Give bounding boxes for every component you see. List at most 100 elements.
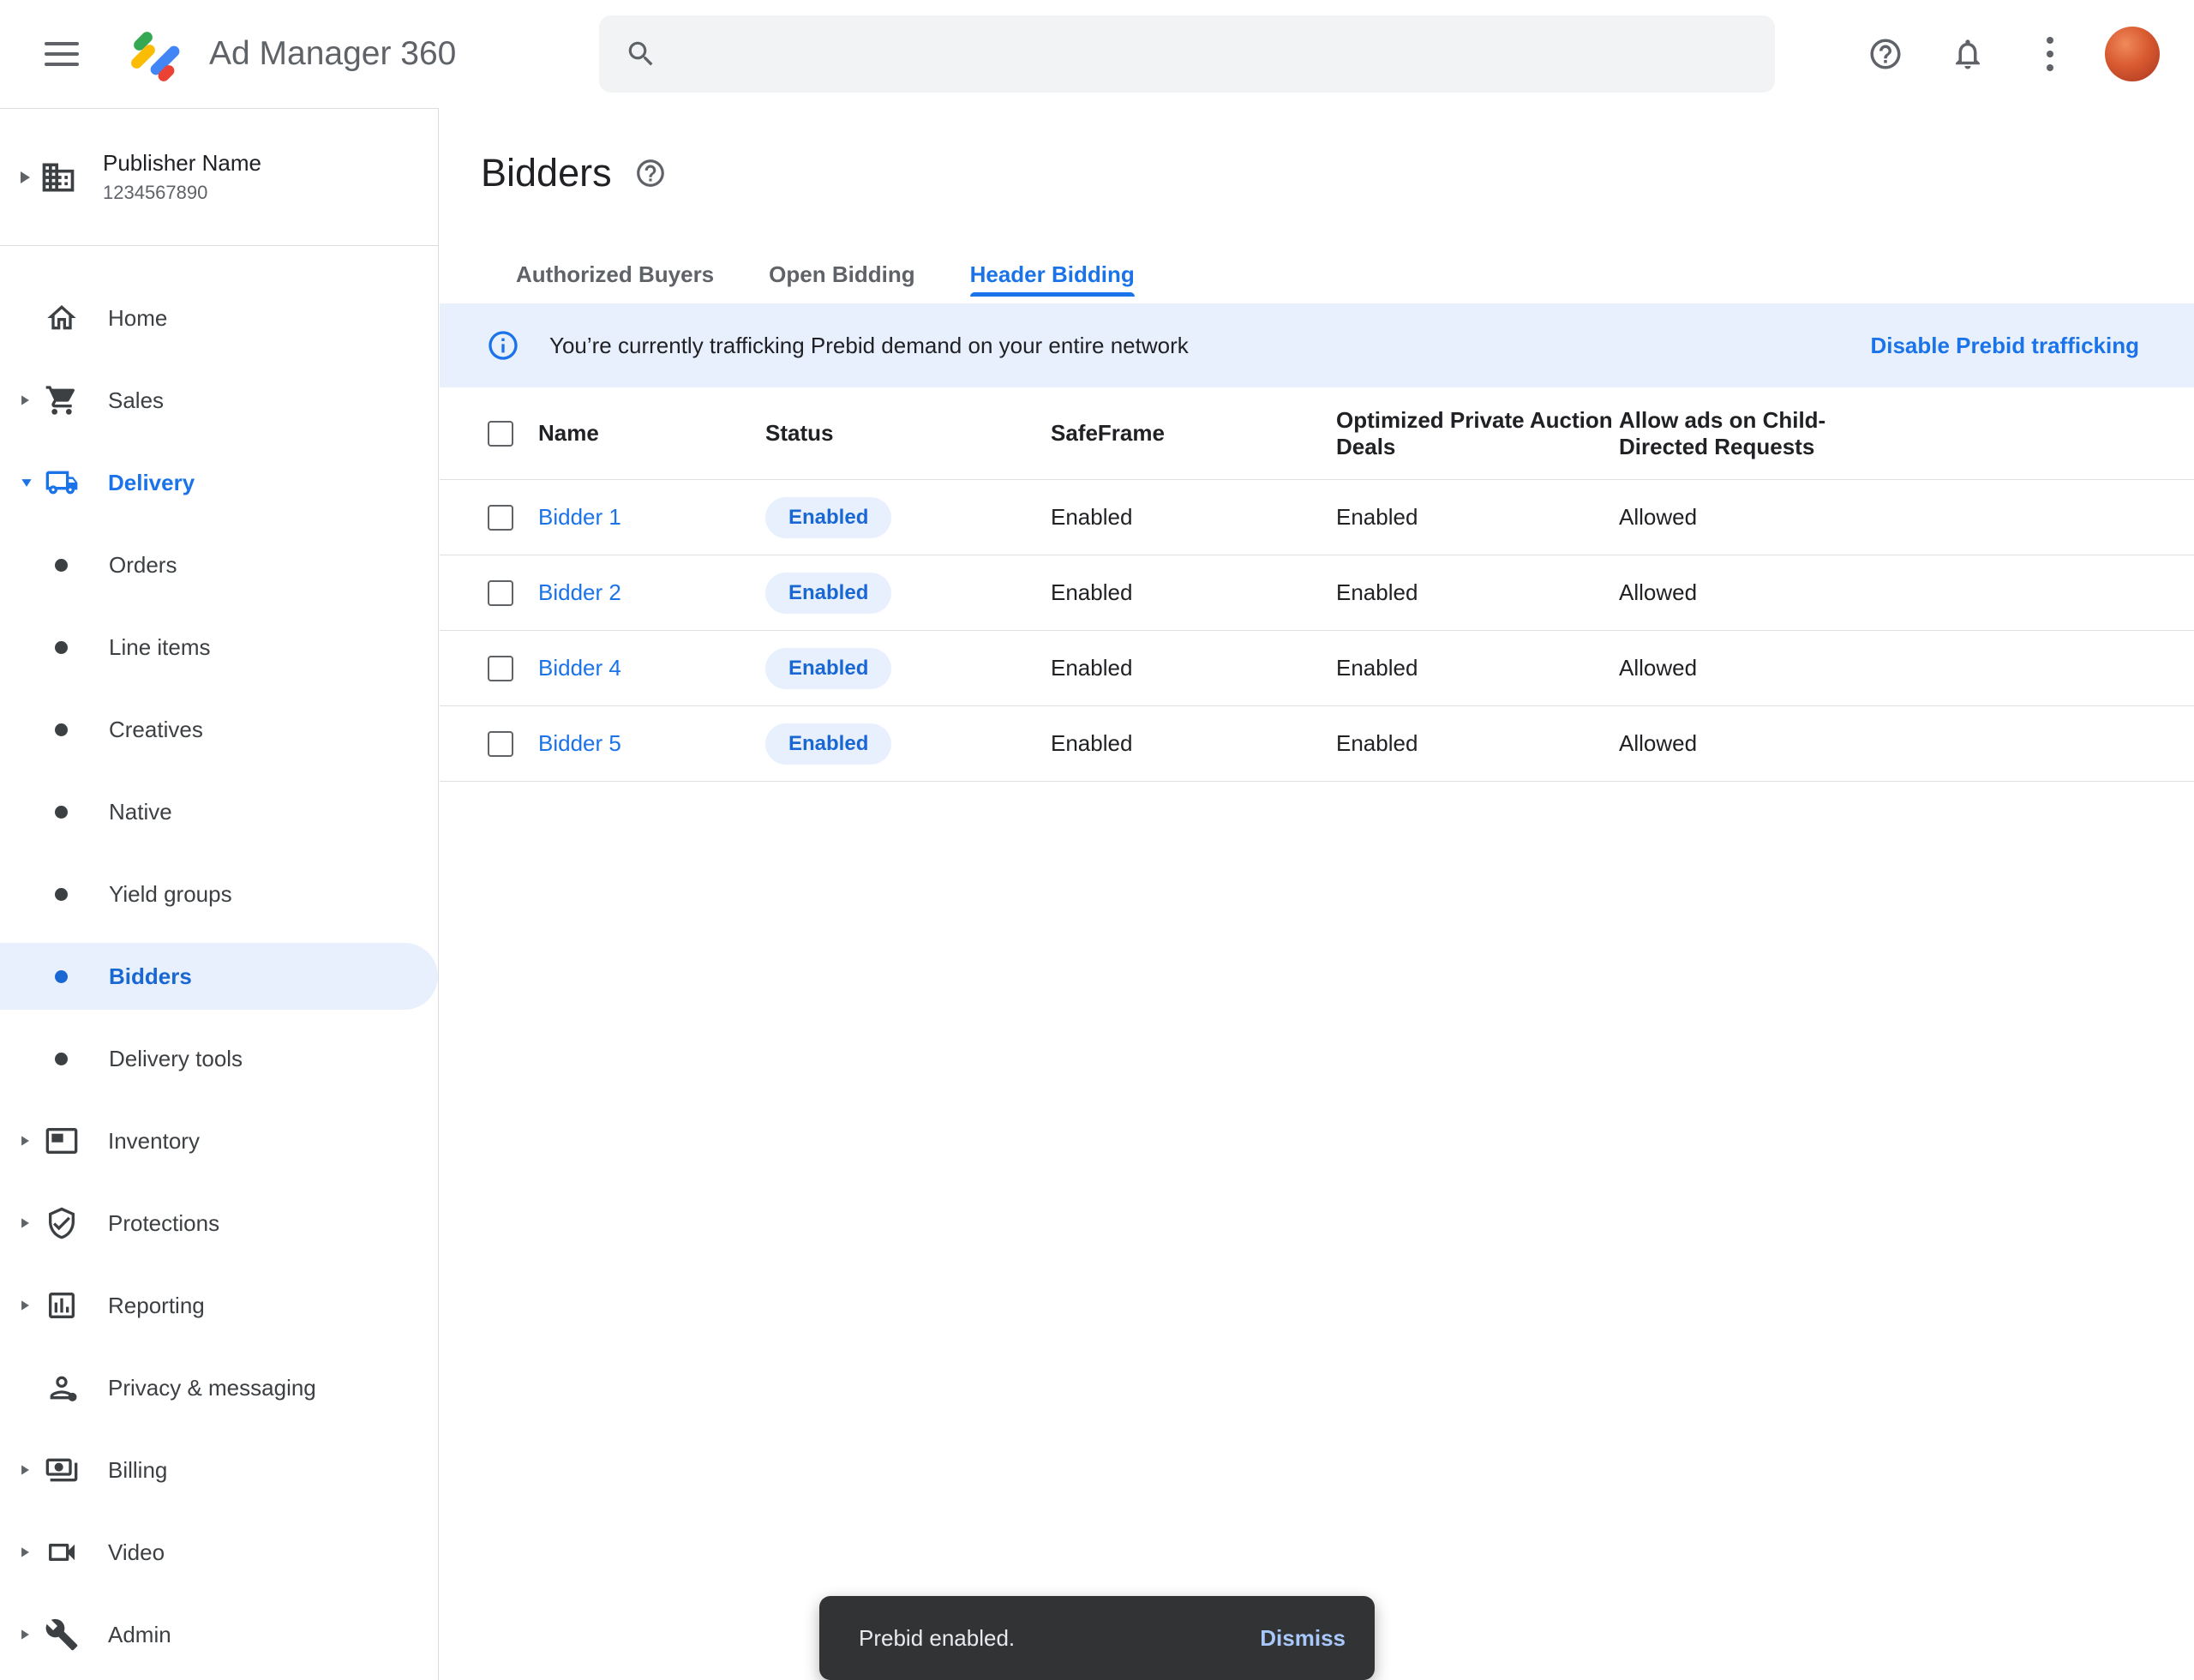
bidder-link[interactable]: Bidder 1 bbox=[538, 504, 765, 531]
bullet-icon bbox=[55, 723, 68, 736]
bidder-link[interactable]: Bidder 2 bbox=[538, 579, 765, 606]
search-bar[interactable] bbox=[599, 15, 1775, 93]
app-title: Ad Manager 360 bbox=[209, 35, 456, 73]
help-icon[interactable] bbox=[1844, 36, 1927, 72]
toast-dismiss-button[interactable]: Dismiss bbox=[1260, 1625, 1346, 1652]
menu-icon[interactable] bbox=[45, 35, 79, 73]
publisher-selector[interactable]: Publisher Name 1234567890 bbox=[0, 109, 438, 246]
notifications-icon[interactable] bbox=[1927, 36, 2009, 72]
chevron-right-icon bbox=[21, 1136, 29, 1145]
table-row: Bidder 4 Enabled Enabled Enabled Allowed bbox=[440, 631, 2194, 706]
sidebar-item-yield-groups[interactable]: Yield groups bbox=[0, 853, 438, 935]
sidebar-item-home[interactable]: Home bbox=[0, 277, 438, 359]
row-checkbox[interactable] bbox=[488, 656, 513, 681]
row-checkbox[interactable] bbox=[488, 505, 513, 531]
sidebar-item-creatives[interactable]: Creatives bbox=[0, 688, 438, 771]
sidebar-item-billing[interactable]: Billing bbox=[0, 1429, 438, 1511]
sidebar-item-bidders[interactable]: Bidders bbox=[0, 943, 438, 1010]
truck-icon bbox=[45, 465, 79, 500]
bidder-link[interactable]: Bidder 4 bbox=[538, 655, 765, 681]
header-actions bbox=[1844, 0, 2194, 108]
sidebar-item-admin[interactable]: Admin bbox=[0, 1593, 438, 1676]
sidebar-item-delivery[interactable]: Delivery bbox=[0, 441, 438, 524]
column-header-child-directed: Allow ads on Child-Directed Requests bbox=[1619, 407, 1867, 460]
sidebar-item-delivery-tools[interactable]: Delivery tools bbox=[0, 1017, 438, 1100]
shield-icon bbox=[45, 1206, 79, 1240]
toast-message: Prebid enabled. bbox=[859, 1625, 1015, 1652]
app-header: Ad Manager 360 bbox=[0, 0, 2194, 108]
sidebar-item-line-items[interactable]: Line items bbox=[0, 606, 438, 688]
safeframe-value: Enabled bbox=[1051, 579, 1336, 606]
sidebar: Publisher Name 1234567890 Home Sales Del… bbox=[0, 108, 439, 1680]
bullet-icon bbox=[55, 806, 68, 819]
private-auction-value: Enabled bbox=[1336, 504, 1619, 531]
avatar[interactable] bbox=[2105, 27, 2160, 81]
chevron-right-icon bbox=[21, 1218, 29, 1227]
table-row: Bidder 5 Enabled Enabled Enabled Allowed bbox=[440, 706, 2194, 782]
child-directed-value: Allowed bbox=[1619, 504, 2194, 531]
row-checkbox[interactable] bbox=[488, 580, 513, 606]
bidders-table: Name Status SafeFrame Optimized Private … bbox=[440, 387, 2194, 782]
status-badge: Enabled bbox=[765, 573, 891, 614]
child-directed-value: Allowed bbox=[1619, 655, 2194, 681]
prebid-banner: You’re currently trafficking Prebid dema… bbox=[440, 303, 2194, 387]
bullet-icon bbox=[55, 1053, 68, 1065]
page-help-icon[interactable] bbox=[634, 157, 667, 189]
sidebar-item-orders[interactable]: Orders bbox=[0, 524, 438, 606]
person-icon bbox=[45, 1371, 79, 1405]
row-checkbox[interactable] bbox=[488, 731, 513, 757]
toast: Prebid enabled. Dismiss bbox=[819, 1596, 1375, 1680]
tab-open-bidding[interactable]: Open Bidding bbox=[769, 252, 914, 297]
tab-header-bidding[interactable]: Header Bidding bbox=[970, 252, 1135, 297]
sidebar-item-privacy-messaging[interactable]: Privacy & messaging bbox=[0, 1347, 438, 1429]
sidebar-nav: Home Sales Delivery Orders Line items Cr… bbox=[0, 246, 438, 1676]
more-vert-icon[interactable] bbox=[2009, 37, 2091, 71]
sidebar-item-reporting[interactable]: Reporting bbox=[0, 1264, 438, 1347]
wrench-icon bbox=[45, 1617, 79, 1652]
private-auction-value: Enabled bbox=[1336, 655, 1619, 681]
home-icon bbox=[45, 301, 79, 335]
bullet-icon bbox=[55, 559, 68, 572]
column-header-private-auction: Optimized Private Auction Deals bbox=[1336, 407, 1619, 460]
search-input[interactable] bbox=[678, 40, 1749, 68]
chevron-right-icon bbox=[21, 1547, 29, 1557]
child-directed-value: Allowed bbox=[1619, 579, 2194, 606]
publisher-id: 1234567890 bbox=[103, 182, 261, 204]
sidebar-item-inventory[interactable]: Inventory bbox=[0, 1100, 438, 1182]
chevron-down-icon bbox=[21, 479, 31, 487]
status-badge: Enabled bbox=[765, 497, 891, 538]
chevron-right-icon bbox=[21, 1465, 29, 1474]
payment-icon bbox=[45, 1453, 79, 1487]
sidebar-item-video[interactable]: Video bbox=[0, 1511, 438, 1593]
cart-icon bbox=[45, 383, 79, 417]
banner-message: You’re currently trafficking Prebid dema… bbox=[549, 333, 1189, 359]
chevron-right-icon bbox=[21, 395, 29, 405]
video-camera-icon bbox=[45, 1535, 79, 1569]
publisher-name: Publisher Name bbox=[103, 150, 261, 177]
status-badge: Enabled bbox=[765, 648, 891, 689]
bullet-icon bbox=[55, 970, 68, 983]
private-auction-value: Enabled bbox=[1336, 730, 1619, 757]
table-row: Bidder 1 Enabled Enabled Enabled Allowed bbox=[440, 480, 2194, 555]
safeframe-value: Enabled bbox=[1051, 730, 1336, 757]
building-icon bbox=[39, 159, 77, 196]
page-title: Bidders bbox=[481, 149, 612, 197]
bullet-icon bbox=[55, 641, 68, 654]
safeframe-value: Enabled bbox=[1051, 655, 1336, 681]
ad-unit-icon bbox=[45, 1124, 79, 1158]
sidebar-item-native[interactable]: Native bbox=[0, 771, 438, 853]
ad-manager-logo bbox=[125, 23, 187, 85]
safeframe-value: Enabled bbox=[1051, 504, 1336, 531]
select-all-checkbox[interactable] bbox=[488, 421, 513, 447]
bar-chart-icon bbox=[45, 1288, 79, 1323]
table-header-row: Name Status SafeFrame Optimized Private … bbox=[440, 387, 2194, 480]
disable-prebid-link[interactable]: Disable Prebid trafficking bbox=[1870, 333, 2139, 359]
sidebar-item-sales[interactable]: Sales bbox=[0, 359, 438, 441]
main-content: Bidders Authorized Buyers Open Bidding H… bbox=[440, 108, 2194, 1680]
sidebar-item-protections[interactable]: Protections bbox=[0, 1182, 438, 1264]
column-header-safeframe: SafeFrame bbox=[1051, 420, 1336, 447]
search-icon bbox=[625, 38, 657, 70]
status-badge: Enabled bbox=[765, 723, 891, 765]
bidder-link[interactable]: Bidder 5 bbox=[538, 730, 765, 757]
tab-authorized-buyers[interactable]: Authorized Buyers bbox=[516, 252, 714, 297]
